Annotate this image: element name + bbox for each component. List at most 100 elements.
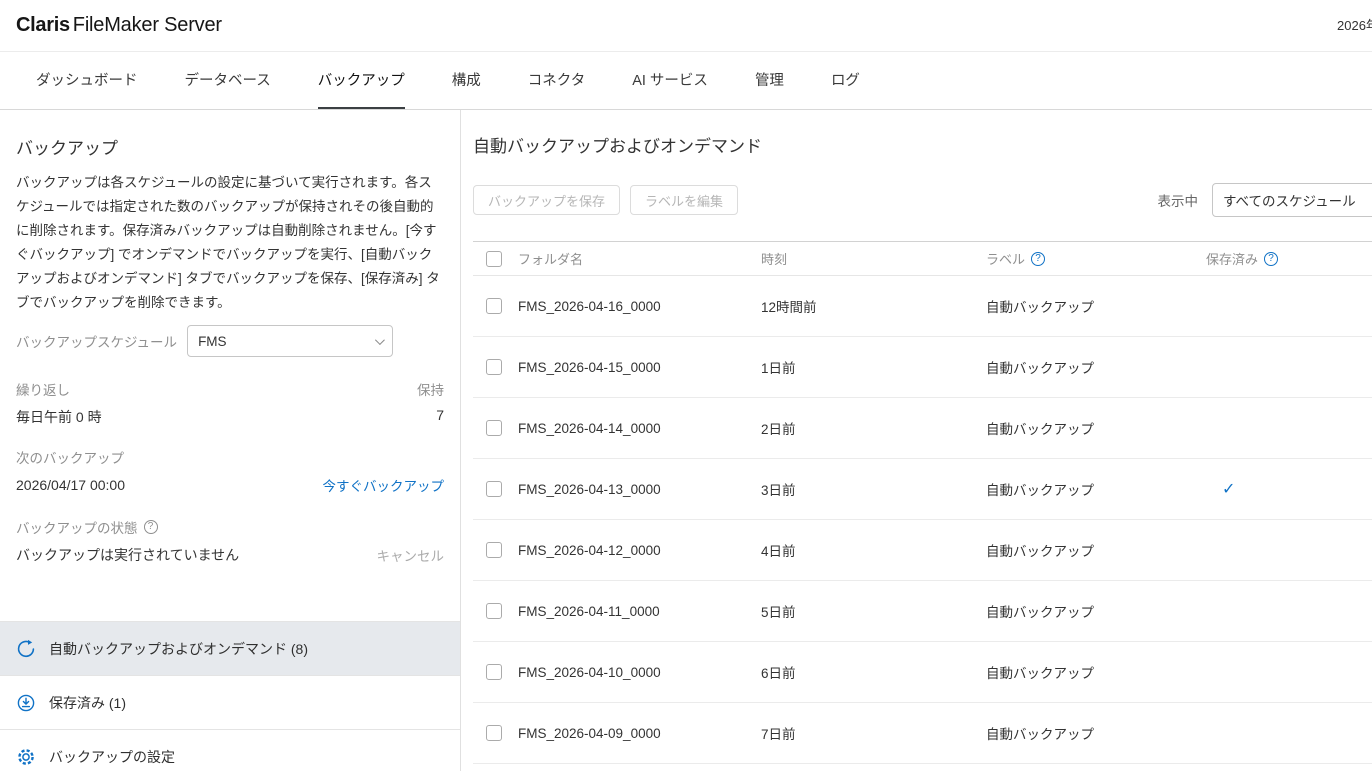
backup-label: 自動バックアップ [986,276,1206,337]
saved-check [1206,581,1372,642]
next-backup-section: 次のバックアップ 2026/04/17 00:00 今すぐバックアップ [16,447,444,495]
repeat-value: 毎日午前 0 時 [16,407,102,427]
table-row: FMS_2026-04-11_0000 5日前 自動バックアップ [473,581,1372,642]
gear-icon [16,747,36,767]
column-label-text: ラベル [986,249,1025,268]
saved-check [1206,703,1372,764]
sidebar-item-backup-settings[interactable]: バックアップの設定 [0,730,460,771]
backup-time: 3日前 [761,459,986,520]
column-saved: 保存済み ? [1206,242,1372,276]
tab-connectors[interactable]: コネクタ [528,52,585,109]
table-actions-row: バックアップを保存 ラベルを編集 表示中 すべてのスケジュール [473,183,1372,217]
repeat-keep-row: 繰り返し 毎日午前 0 時 保持 7 [16,379,444,427]
sidebar-item-saved[interactable]: 保存済み (1) [0,676,460,730]
saved-check [1206,398,1372,459]
help-icon[interactable]: ? [1264,252,1278,266]
sidebar-item-auto-backups[interactable]: 自動バックアップおよびオンデマンド (8) [0,622,460,676]
row-checkbox[interactable] [486,420,502,436]
folder-name: FMS_2026-04-14_0000 [518,398,761,459]
help-icon[interactable]: ? [144,520,158,534]
app-header: Claris FileMaker Server 2026年 [0,0,1372,52]
keep-value: 7 [417,407,444,423]
backup-status-section: バックアップの状態 ? バックアップは実行されていません キャンセル [16,517,444,565]
backup-label: 自動バックアップ [986,703,1206,764]
tab-backup[interactable]: バックアップ [318,52,405,109]
row-checkbox[interactable] [486,481,502,497]
edit-label-button[interactable]: ラベルを編集 [630,185,738,215]
table-row: FMS_2026-04-09_0000 7日前 自動バックアップ [473,703,1372,764]
table-row: FMS_2026-04-14_0000 2日前 自動バックアップ [473,398,1372,459]
schedule-row: バックアップスケジュール FMS [16,325,444,357]
header-date-text: 2026年 [1337,15,1372,34]
row-checkbox[interactable] [486,603,502,619]
filter-selected-value: すべてのスケジュール [1223,190,1356,210]
table-row: FMS_2026-04-13_0000 3日前 自動バックアップ ✓ [473,459,1372,520]
schedule-label: バックアップスケジュール [16,331,177,351]
sidebar-title: バックアップ [16,134,444,159]
repeat-block: 繰り返し 毎日午前 0 時 [16,379,102,427]
table-header-row: フォルダ名 時刻 ラベル ? 保存済み ? [473,242,1372,276]
backup-label: 自動バックアップ [986,459,1206,520]
saved-check [1206,520,1372,581]
backup-main-panel: 自動バックアップおよびオンデマンド バックアップを保存 ラベルを編集 表示中 す… [461,110,1372,771]
folder-name: FMS_2026-04-13_0000 [518,459,761,520]
app-logo: Claris FileMaker Server [16,14,222,37]
schedule-filter: 表示中 すべてのスケジュール [1158,183,1372,217]
backup-label: 自動バックアップ [986,520,1206,581]
select-all-checkbox[interactable] [486,251,502,267]
folder-name: FMS_2026-04-16_0000 [518,276,761,337]
tab-ai-services[interactable]: AI サービス [632,52,708,109]
backup-schedule-select[interactable]: FMS [187,325,393,357]
backup-view-list: 自動バックアップおよびオンデマンド (8) 保存済み (1) バックアップの設定 [0,621,460,771]
saved-check-icon: ✓ [1206,459,1372,520]
row-checkbox[interactable] [486,725,502,741]
row-checkbox[interactable] [486,298,502,314]
table-row: FMS_2026-04-15_0000 1日前 自動バックアップ [473,337,1372,398]
keep-label: 保持 [417,379,444,399]
table-row: FMS_2026-04-16_0000 12時間前 自動バックアップ [473,276,1372,337]
table-row: FMS_2026-04-12_0000 4日前 自動バックアップ [473,520,1372,581]
sidebar-item-label: バックアップの設定 [49,747,175,767]
ondemand-backup-icon [16,639,36,659]
column-time: 時刻 [761,242,986,276]
row-checkbox[interactable] [486,664,502,680]
status-value: バックアップは実行されていません [16,545,239,565]
backup-time: 2日前 [761,398,986,459]
backup-label: 自動バックアップ [986,581,1206,642]
folder-name: FMS_2026-04-09_0000 [518,703,761,764]
backup-now-link[interactable]: 今すぐバックアップ [323,475,445,495]
main-nav: ダッシュボード データベース バックアップ 構成 コネクタ AI サービス 管理… [0,52,1372,110]
tab-databases[interactable]: データベース [185,52,271,109]
folder-name: FMS_2026-04-11_0000 [518,581,761,642]
tab-configuration[interactable]: 構成 [452,52,481,109]
page-title: 自動バックアップおよびオンデマンド [473,132,1372,157]
column-label: ラベル ? [986,242,1206,276]
backup-time: 5日前 [761,581,986,642]
row-checkbox[interactable] [486,542,502,558]
sidebar-item-label: 保存済み (1) [49,693,126,713]
backup-sidebar: バックアップ バックアップは各スケジュールの設定に基づいて実行されます。各スケジ… [0,110,461,771]
saved-backup-icon [16,693,36,713]
keep-block: 保持 7 [417,379,444,427]
status-label: バックアップの状態 [16,517,138,537]
row-checkbox[interactable] [486,359,502,375]
cancel-button[interactable]: キャンセル [377,545,445,565]
filter-label: 表示中 [1158,190,1199,210]
next-backup-value: 2026/04/17 00:00 [16,477,125,493]
tab-dashboard[interactable]: ダッシュボード [36,52,138,109]
help-icon[interactable]: ? [1031,252,1045,266]
repeat-label: 繰り返し [16,379,102,399]
backup-time: 12時間前 [761,276,986,337]
tab-administration[interactable]: 管理 [755,52,784,109]
schedule-filter-select[interactable]: すべてのスケジュール [1212,183,1372,217]
backup-time: 7日前 [761,703,986,764]
folder-name: FMS_2026-04-12_0000 [518,520,761,581]
backup-label: 自動バックアップ [986,337,1206,398]
column-saved-text: 保存済み [1206,249,1258,268]
save-backup-button[interactable]: バックアップを保存 [473,185,620,215]
tab-logs[interactable]: ログ [831,52,860,109]
chevron-down-icon [375,335,385,345]
saved-check [1206,276,1372,337]
brand-claris: Claris [16,14,70,37]
column-folder-name: フォルダ名 [518,242,761,276]
